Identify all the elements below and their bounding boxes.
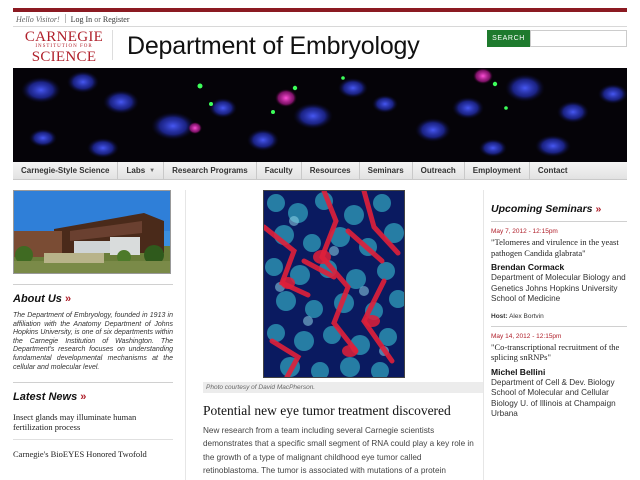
seminar-affiliation: Department of Cell & Dev. Biology School… (491, 377, 616, 419)
latest-news-heading[interactable]: Latest News » (13, 391, 173, 403)
raquo-icon: » (64, 293, 72, 305)
site-title: Department of Embryology (127, 32, 420, 60)
nav-item-resources[interactable]: Resources (302, 161, 360, 180)
nav-item-employment[interactable]: Employment (465, 161, 530, 180)
seminar-date: May 14, 2012 - 12:15pm (491, 332, 562, 340)
nav-label: Faculty (264, 166, 293, 175)
or-text: or (94, 15, 101, 24)
news-divider (13, 439, 173, 441)
section-divider (13, 382, 173, 384)
search-button[interactable]: SEARCH (487, 30, 530, 47)
about-us-title: About Us (13, 293, 62, 305)
register-link[interactable]: Register (103, 15, 130, 24)
nav-item-carnegie-style-science[interactable]: Carnegie-Style Science (13, 161, 119, 180)
about-us-text: The Department of Embryology, founded in… (13, 312, 173, 371)
nav-item-contact[interactable]: Contact (530, 162, 576, 180)
seminar-talk-title[interactable]: "Co-transcriptional recruitment of the s… (491, 342, 627, 363)
seminar-talk-title[interactable]: "Telomeres and virulence in the yeast pa… (491, 237, 627, 258)
section-divider (13, 284, 173, 285)
greeting: Hello Visitor! (16, 15, 60, 24)
news-item[interactable]: Insect glands may illuminate human ferti… (13, 412, 173, 432)
user-links: Hello Visitor! Log In or Register (16, 14, 130, 24)
raquo-icon: » (595, 203, 602, 215)
feature-photo[interactable] (263, 190, 405, 378)
nav-item-research-programs[interactable]: Research Programs (164, 161, 257, 180)
top-accent-bar (13, 8, 627, 12)
logo-line-3: SCIENCE (31, 49, 97, 65)
nav-item-seminars[interactable]: Seminars (360, 161, 413, 180)
nav-label: Resources (309, 166, 351, 175)
right-column: Upcoming Seminars » May 7, 2012 - 12:15p… (491, 190, 627, 420)
center-column: Photo courtesy of David MacPherson. Pote… (203, 190, 483, 478)
story-title[interactable]: Potential new eye tumor treatment discov… (203, 403, 483, 419)
search-input[interactable] (530, 30, 627, 47)
raquo-icon: » (80, 391, 87, 404)
header-divider (13, 26, 627, 27)
login-link[interactable]: Log In (71, 15, 93, 24)
logo-divider (112, 30, 113, 60)
nav-label: Labs (126, 166, 146, 175)
nav-label: Contact (537, 166, 568, 175)
divider (64, 14, 66, 23)
nav-label: Seminars (367, 166, 404, 175)
nav-label: Employment (472, 166, 521, 175)
seminar-date: May 7, 2012 - 12:15pm (491, 228, 558, 235)
column-divider (185, 190, 186, 480)
seminar-speaker: Brendan Cormack (491, 262, 565, 272)
main-nav: Carnegie-Style Science Labs ▼ Research Pr… (13, 161, 627, 180)
chevron-down-icon: ▼ (149, 167, 156, 174)
carnegie-logo[interactable]: CARNEGIE INSTITUTION FOR SCIENCE (24, 29, 104, 65)
nav-label: Carnegie-Style Science (21, 166, 110, 175)
seminar-speaker: Michel Bellini (491, 366, 546, 377)
seminar-host: Host: Alex Bortvin (491, 313, 627, 320)
upcoming-seminars-heading[interactable]: Upcoming Seminars » (491, 203, 627, 215)
host-name: Alex Bortvin (509, 312, 544, 320)
nav-item-outreach[interactable]: Outreach (413, 161, 465, 180)
news-item[interactable]: Carnegie's BioEYES Honored Twofold (13, 449, 173, 459)
seminar-divider (491, 325, 627, 327)
seminar-affiliation: Department of Molecular Biology and Gene… (491, 273, 626, 303)
upcoming-seminars-title: Upcoming Seminars (491, 203, 593, 215)
story-text: New research from a team including sever… (203, 426, 474, 476)
column-divider (483, 190, 484, 480)
nav-item-faculty[interactable]: Faculty (257, 161, 302, 180)
logo-line-1: CARNEGIE (24, 29, 104, 45)
about-us-heading[interactable]: About Us » (13, 293, 173, 305)
nav-label: Outreach (420, 166, 456, 175)
section-divider (491, 221, 627, 222)
latest-news-title: Latest News (13, 391, 78, 404)
nav-label: Research Programs (172, 166, 248, 175)
left-column: About Us » The Department of Embryology,… (13, 190, 173, 459)
building-photo[interactable] (13, 190, 171, 274)
host-label: Host: (491, 312, 508, 320)
photo-caption: Photo courtesy of David MacPherson. (203, 382, 483, 393)
nav-item-labs[interactable]: Labs ▼ (118, 161, 165, 180)
microscopy-banner (13, 68, 627, 162)
